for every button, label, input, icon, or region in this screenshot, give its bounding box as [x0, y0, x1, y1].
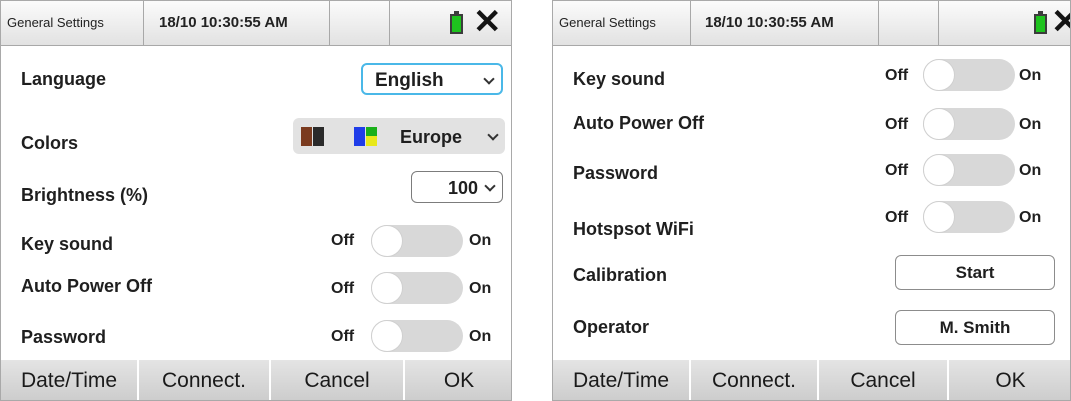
hotspot-wifi-label: Hotspsot WiFi [573, 219, 694, 239]
colors-value: Europe [400, 127, 463, 147]
toggle-off-label: Off [885, 209, 909, 226]
auto-power-off-label: Auto Power Off [21, 276, 152, 296]
toggle-on-label: On [1019, 67, 1042, 84]
title-spacer [330, 1, 390, 45]
title-spacer [879, 1, 939, 45]
battery-icon [450, 11, 463, 34]
title-bar: General Settings 18/10 10:30:55 AM ✕ [1, 1, 511, 46]
toggle-knob [923, 59, 955, 91]
key-sound-label: Key sound [21, 234, 114, 254]
chevron-down-icon [484, 180, 496, 192]
operator-field[interactable]: M. Smith [895, 310, 1055, 345]
toggle-on-label: On [1019, 209, 1042, 226]
ok-button[interactable]: OK [949, 360, 1070, 400]
color-swatch-icon [354, 127, 365, 146]
key-sound-label: Key sound [573, 69, 666, 89]
date-time-button[interactable]: Date/Time [1, 360, 139, 400]
toggle-off-label: Off [885, 116, 909, 133]
auto-power-off-toggle[interactable] [371, 272, 463, 304]
brightness-select[interactable]: 100 [411, 171, 503, 203]
key-sound-toggle[interactable] [371, 225, 463, 257]
chevron-down-icon [487, 129, 499, 141]
toggle-knob [371, 272, 403, 304]
close-icon[interactable]: ✕ [1051, 5, 1070, 39]
toggle-knob [923, 201, 955, 233]
toggle-on-label: On [469, 280, 492, 297]
key-sound-toggle[interactable] [923, 59, 1015, 91]
close-icon[interactable]: ✕ [473, 5, 502, 39]
bottom-button-bar: Date/Time Connect. Cancel OK [1, 358, 511, 400]
toggle-off-label: Off [885, 162, 909, 179]
window-title: General Settings [1, 1, 144, 45]
toggle-off-label: Off [331, 328, 355, 345]
toggle-off-label: Off [331, 232, 355, 249]
settings-screen-right: General Settings 18/10 10:30:55 AM ✕ Key… [552, 0, 1071, 401]
language-value: English [375, 70, 444, 91]
chevron-down-icon [483, 73, 495, 85]
toggle-off-label: Off [885, 67, 909, 84]
toggle-on-label: On [469, 328, 492, 345]
date-time-display: 18/10 10:30:55 AM [691, 1, 879, 45]
color-swatch-icon [366, 136, 377, 146]
toggle-on-label: On [1019, 116, 1042, 133]
date-time-button[interactable]: Date/Time [553, 360, 691, 400]
cancel-button[interactable]: Cancel [819, 360, 949, 400]
password-label: Password [21, 327, 107, 347]
language-label: Language [21, 69, 107, 89]
password-label: Password [573, 163, 659, 183]
ok-button[interactable]: OK [405, 360, 511, 400]
auto-power-off-toggle[interactable] [923, 108, 1015, 140]
color-swatch-icon [301, 127, 312, 146]
brightness-label: Brightness (%) [21, 185, 149, 205]
settings-screen-left: General Settings 18/10 10:30:55 AM ✕ Lan… [0, 0, 512, 401]
password-toggle[interactable] [923, 154, 1015, 186]
brightness-value: 100 [448, 178, 479, 198]
toggle-knob [371, 320, 403, 352]
battery-icon [1034, 11, 1047, 34]
cancel-button[interactable]: Cancel [271, 360, 405, 400]
window-title: General Settings [553, 1, 691, 45]
language-select[interactable]: English [361, 63, 503, 95]
auto-power-off-label: Auto Power Off [573, 113, 704, 133]
date-time-display: 18/10 10:30:55 AM [144, 1, 330, 45]
bottom-button-bar: Date/Time Connect. Cancel OK [553, 358, 1070, 400]
colors-select[interactable]: Europe [293, 118, 505, 154]
toggle-off-label: Off [331, 280, 355, 297]
toggle-on-label: On [469, 232, 492, 249]
toggle-knob [923, 154, 955, 186]
color-swatch-icon [366, 127, 377, 136]
colors-label: Colors [21, 133, 79, 153]
password-toggle[interactable] [371, 320, 463, 352]
toggle-on-label: On [1019, 162, 1042, 179]
connect-button[interactable]: Connect. [691, 360, 819, 400]
connect-button[interactable]: Connect. [139, 360, 271, 400]
operator-label: Operator [573, 317, 650, 337]
toggle-knob [923, 108, 955, 140]
hotspot-wifi-toggle[interactable] [923, 201, 1015, 233]
title-bar: General Settings 18/10 10:30:55 AM ✕ [553, 1, 1070, 46]
color-swatch-icon [313, 127, 324, 146]
calibration-start-button[interactable]: Start [895, 255, 1055, 290]
calibration-label: Calibration [573, 265, 668, 285]
toggle-knob [371, 225, 403, 257]
